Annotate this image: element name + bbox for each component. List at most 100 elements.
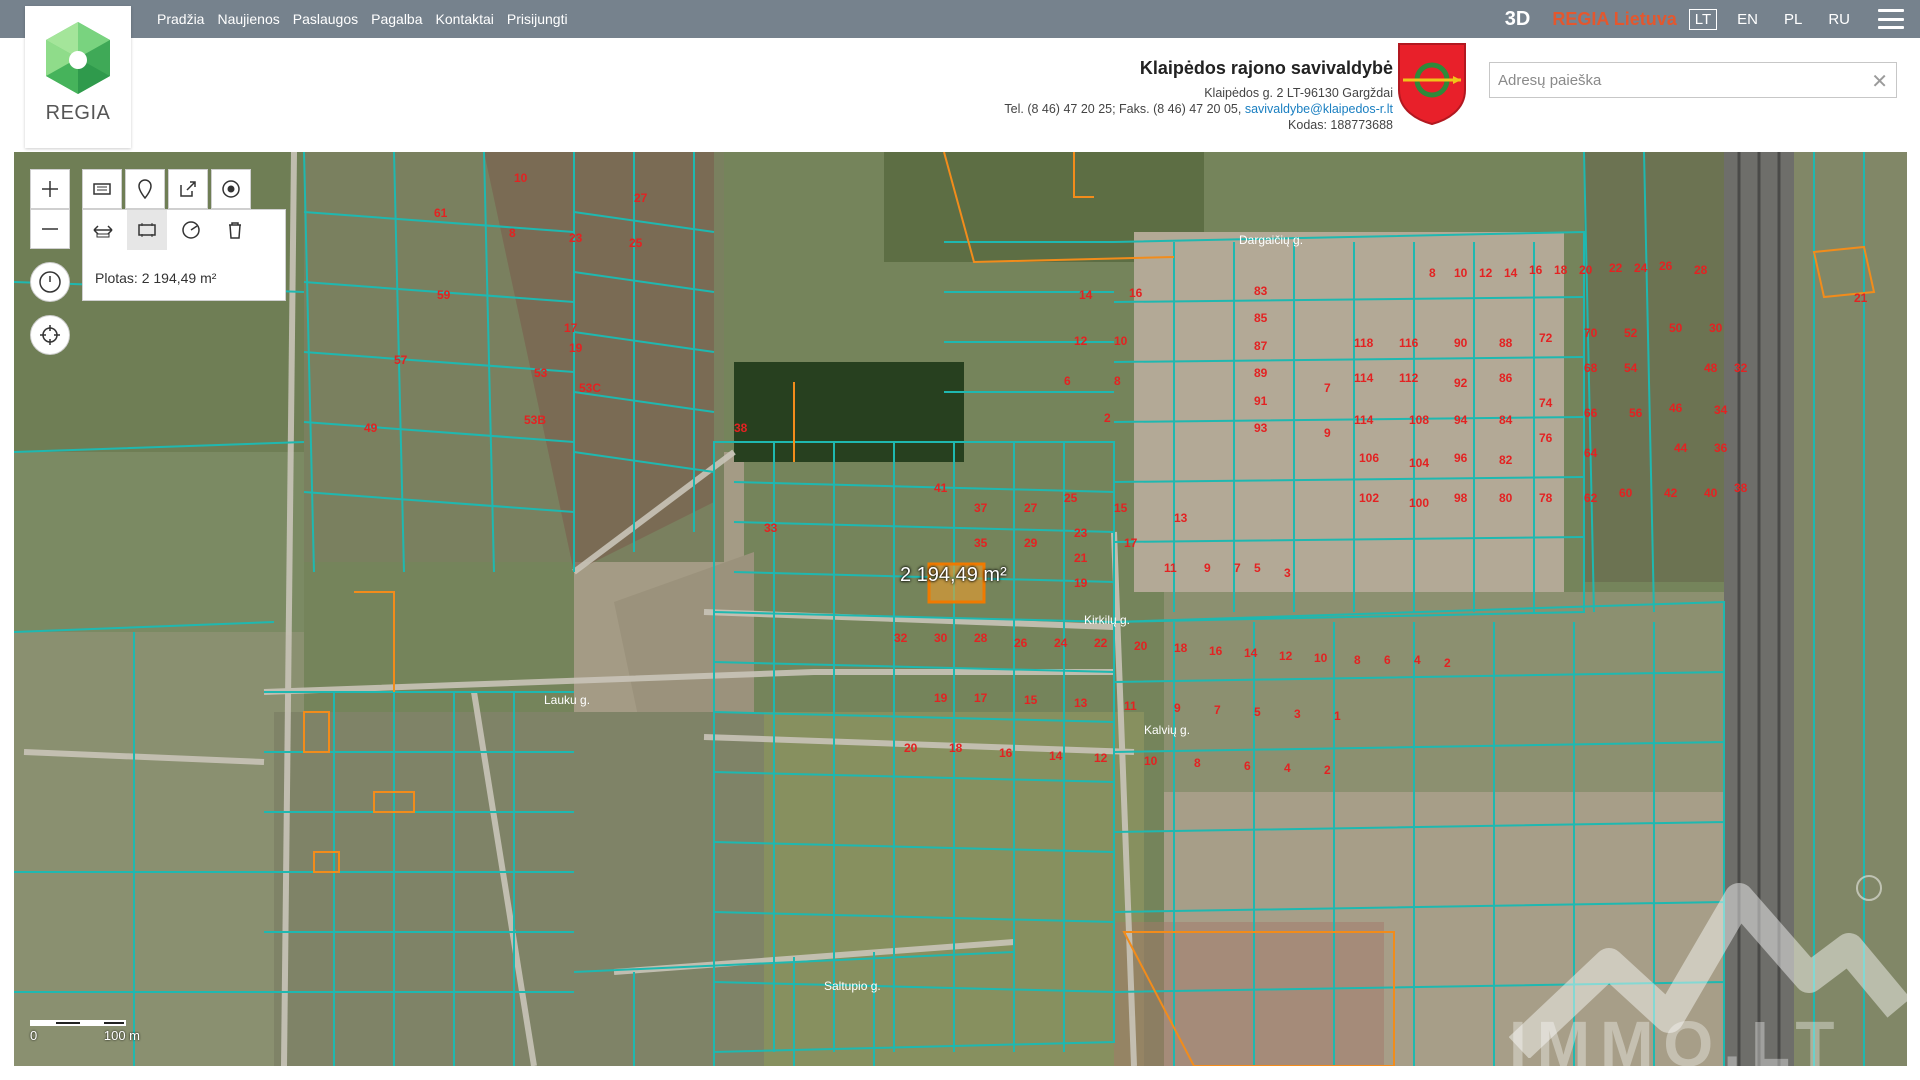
svg-text:18: 18 [1554, 263, 1568, 277]
svg-text:62: 62 [1584, 491, 1598, 505]
svg-text:21: 21 [1074, 551, 1088, 565]
zoom-out-button[interactable] [30, 209, 70, 249]
svg-text:14: 14 [1504, 266, 1518, 280]
svg-text:38: 38 [1734, 481, 1748, 495]
plus-icon [42, 181, 58, 197]
svg-text:44: 44 [1674, 441, 1688, 455]
svg-text:17: 17 [974, 691, 988, 705]
svg-text:8: 8 [1114, 374, 1121, 388]
delete-measure-button[interactable] [215, 210, 255, 250]
svg-text:91: 91 [1254, 394, 1268, 408]
svg-text:20: 20 [1134, 639, 1148, 653]
3d-button[interactable]: 3D [1505, 8, 1531, 31]
area-result-text: Plotas: 2 194,49 m² [95, 270, 217, 286]
svg-text:14: 14 [1049, 749, 1063, 763]
svg-text:7: 7 [1324, 381, 1331, 395]
svg-text:13: 13 [1074, 696, 1088, 710]
lang-ru[interactable]: RU [1822, 9, 1856, 30]
share-button[interactable] [168, 169, 208, 209]
svg-text:48: 48 [1704, 361, 1718, 375]
svg-text:7: 7 [1214, 703, 1221, 717]
svg-text:16: 16 [1529, 263, 1543, 277]
zoom-in-button[interactable] [30, 169, 70, 209]
svg-text:86: 86 [1499, 371, 1513, 385]
svg-text:53: 53 [534, 366, 548, 380]
svg-text:36: 36 [1714, 441, 1728, 455]
svg-text:4: 4 [1414, 653, 1421, 667]
svg-text:9: 9 [1204, 561, 1211, 575]
svg-text:70: 70 [1584, 326, 1598, 340]
lang-lt[interactable]: LT [1688, 8, 1718, 30]
svg-text:34: 34 [1714, 403, 1728, 417]
nav-pradzia[interactable]: Pradžia [157, 11, 204, 27]
regia-logo-icon [46, 22, 110, 94]
svg-text:2: 2 [1324, 763, 1331, 777]
svg-text:66: 66 [1584, 406, 1598, 420]
svg-text:5: 5 [1254, 561, 1261, 575]
svg-text:49: 49 [364, 421, 378, 435]
svg-text:16: 16 [999, 746, 1013, 760]
regia-logo[interactable]: REGIA [25, 6, 131, 148]
svg-text:2: 2 [1104, 411, 1111, 425]
measure-distance-button[interactable] [83, 210, 123, 250]
svg-text:12: 12 [1094, 751, 1108, 765]
svg-text:118: 118 [1354, 336, 1374, 350]
map-viewport[interactable]: 10 61 23 27 25 8 53 53C 53B 19 59 57 49 … [14, 152, 1907, 1066]
svg-text:3: 3 [1294, 707, 1301, 721]
svg-text:93: 93 [1254, 421, 1268, 435]
svg-text:41: 41 [934, 481, 948, 495]
share-icon [180, 181, 196, 197]
layers-icon [93, 183, 111, 195]
nav-naujienos[interactable]: Naujienos [217, 11, 279, 27]
svg-text:8: 8 [1354, 653, 1361, 667]
svg-text:78: 78 [1539, 491, 1553, 505]
organization-info: Klaipėdos rajono savivaldybė Klaipėdos g… [1004, 58, 1393, 133]
svg-text:84: 84 [1499, 413, 1513, 427]
svg-text:5: 5 [1254, 705, 1261, 719]
svg-text:25: 25 [1064, 491, 1078, 505]
lang-pl[interactable]: PL [1778, 9, 1808, 30]
selected-area-label: 2 194,49 m² [900, 564, 1007, 586]
minus-icon [42, 228, 58, 230]
svg-text:102: 102 [1359, 491, 1379, 505]
svg-text:16: 16 [1129, 286, 1143, 300]
svg-text:108: 108 [1409, 413, 1429, 427]
svg-text:30: 30 [934, 631, 948, 645]
svg-text:15: 15 [1114, 501, 1128, 515]
address-search-input[interactable] [1490, 63, 1860, 97]
svg-text:10: 10 [514, 171, 528, 185]
svg-text:8: 8 [509, 226, 516, 240]
gps-button[interactable] [211, 169, 251, 209]
svg-text:106: 106 [1359, 451, 1379, 465]
nav-kontaktai[interactable]: Kontaktai [436, 11, 494, 27]
svg-text:6: 6 [1244, 759, 1251, 773]
measure-radius-button[interactable] [171, 210, 211, 250]
svg-text:38: 38 [734, 421, 748, 435]
clear-search-icon[interactable]: ✕ [1871, 69, 1888, 94]
svg-text:37: 37 [974, 501, 988, 515]
org-email-link[interactable]: savivaldybe@klaipedos-r.lt [1245, 102, 1393, 116]
svg-text:15: 15 [1024, 693, 1038, 707]
svg-text:40: 40 [1704, 486, 1718, 500]
marker-button[interactable] [125, 169, 165, 209]
lang-en[interactable]: EN [1731, 9, 1764, 30]
svg-text:10: 10 [1314, 651, 1328, 665]
svg-text:26: 26 [1659, 259, 1673, 273]
locate-button[interactable] [30, 315, 70, 355]
svg-text:18: 18 [1174, 641, 1188, 655]
menu-icon[interactable] [1878, 9, 1904, 29]
layers-button[interactable] [82, 169, 122, 209]
nav-prisijungti[interactable]: Prisijungti [507, 11, 568, 27]
svg-text:76: 76 [1539, 431, 1553, 445]
svg-text:96: 96 [1454, 451, 1468, 465]
svg-text:56: 56 [1629, 406, 1643, 420]
scale-left-label: 0 [30, 1028, 38, 1043]
nav-pagalba[interactable]: Pagalba [371, 11, 422, 27]
top-nav-bar: Pradžia Naujienos Paslaugos Pagalba Kont… [0, 0, 1920, 38]
svg-text:24: 24 [1634, 261, 1648, 275]
nav-paslaugos[interactable]: Paslaugos [293, 11, 358, 27]
measure-area-button[interactable] [127, 210, 167, 250]
regia-lietuva-link[interactable]: REGIA Lietuva [1552, 9, 1676, 30]
history-button[interactable] [30, 262, 70, 302]
svg-text:29: 29 [1024, 536, 1038, 550]
